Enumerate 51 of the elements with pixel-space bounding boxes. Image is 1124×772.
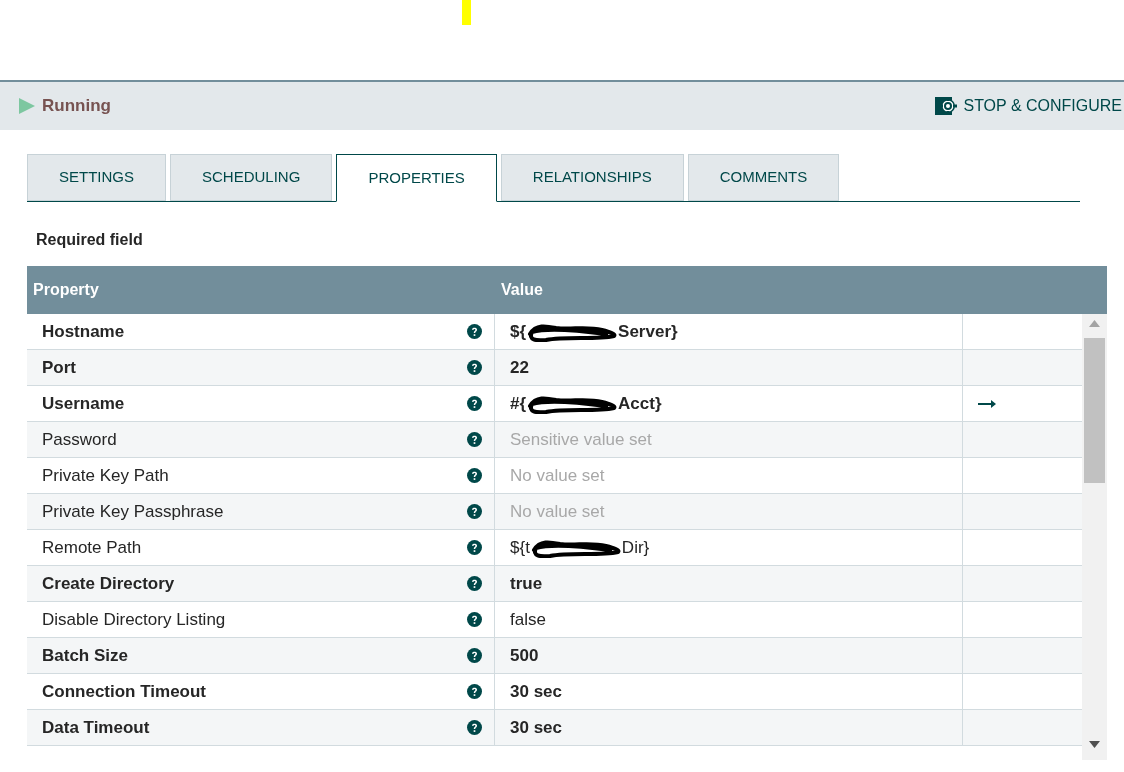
property-name: Private Key Passphrase: [42, 500, 224, 523]
property-name: Create Directory: [42, 572, 175, 595]
column-header: Property: [32, 280, 100, 300]
help-icon[interactable]: [467, 648, 482, 663]
property-name: Private Key Path: [42, 464, 169, 487]
property-value[interactable]: ${: [510, 318, 527, 345]
help-icon[interactable]: [467, 396, 482, 411]
scroll-down-icon[interactable]: [1089, 741, 1100, 748]
property-name: Port: [42, 356, 76, 379]
help-icon[interactable]: [467, 360, 482, 375]
required-field-note: Required field: [36, 230, 144, 250]
tab[interactable]: PROPERTIES: [336, 154, 497, 202]
property-value[interactable]: Server}: [618, 318, 678, 345]
help-icon[interactable]: [467, 504, 482, 519]
property-value[interactable]: Dir}: [621, 534, 650, 561]
scrollbar[interactable]: [1082, 314, 1107, 760]
help-icon[interactable]: [467, 324, 482, 339]
property-name: Connection Timeout: [42, 680, 206, 703]
help-icon[interactable]: [467, 540, 482, 555]
gear-icon: [935, 96, 960, 116]
property-name: Password: [42, 428, 117, 451]
arrow-right-icon[interactable]: [978, 399, 996, 408]
help-icon[interactable]: [467, 468, 482, 483]
stop-configure-button[interactable]: STOP & CONFIGURE: [935, 94, 1122, 118]
column-header: Value: [500, 280, 543, 300]
tab[interactable]: RELATIONSHIPS: [500, 154, 684, 201]
property-value[interactable]: true: [510, 570, 543, 597]
property-name: Data Timeout: [42, 716, 150, 739]
property-value[interactable]: Acct}: [618, 390, 662, 417]
property-name: Hostname: [42, 320, 125, 343]
property-name: Batch Size: [42, 644, 128, 667]
property-value[interactable]: false: [510, 606, 546, 633]
property-name: Username: [42, 392, 125, 415]
property-value[interactable]: ${t: [510, 534, 530, 561]
property-value[interactable]: 500: [510, 642, 539, 669]
property-value[interactable]: 30 sec: [510, 678, 562, 705]
help-icon[interactable]: [467, 684, 482, 699]
tab[interactable]: COMMENTS: [687, 154, 840, 201]
property-value[interactable]: 30 sec: [510, 714, 562, 741]
property-name: Disable Directory Listing: [42, 608, 226, 631]
property-name: Remote Path: [42, 536, 142, 559]
help-icon[interactable]: [467, 720, 482, 735]
tab[interactable]: SETTINGS: [27, 154, 166, 201]
property-value[interactable]: 22: [510, 354, 529, 381]
tab[interactable]: SCHEDULING: [170, 154, 333, 201]
property-value[interactable]: #{: [510, 390, 527, 417]
highlight-marker: [462, 0, 471, 25]
help-icon[interactable]: [467, 612, 482, 627]
help-icon[interactable]: [467, 576, 482, 591]
help-icon[interactable]: [467, 432, 482, 447]
status-label: Running: [42, 95, 111, 118]
